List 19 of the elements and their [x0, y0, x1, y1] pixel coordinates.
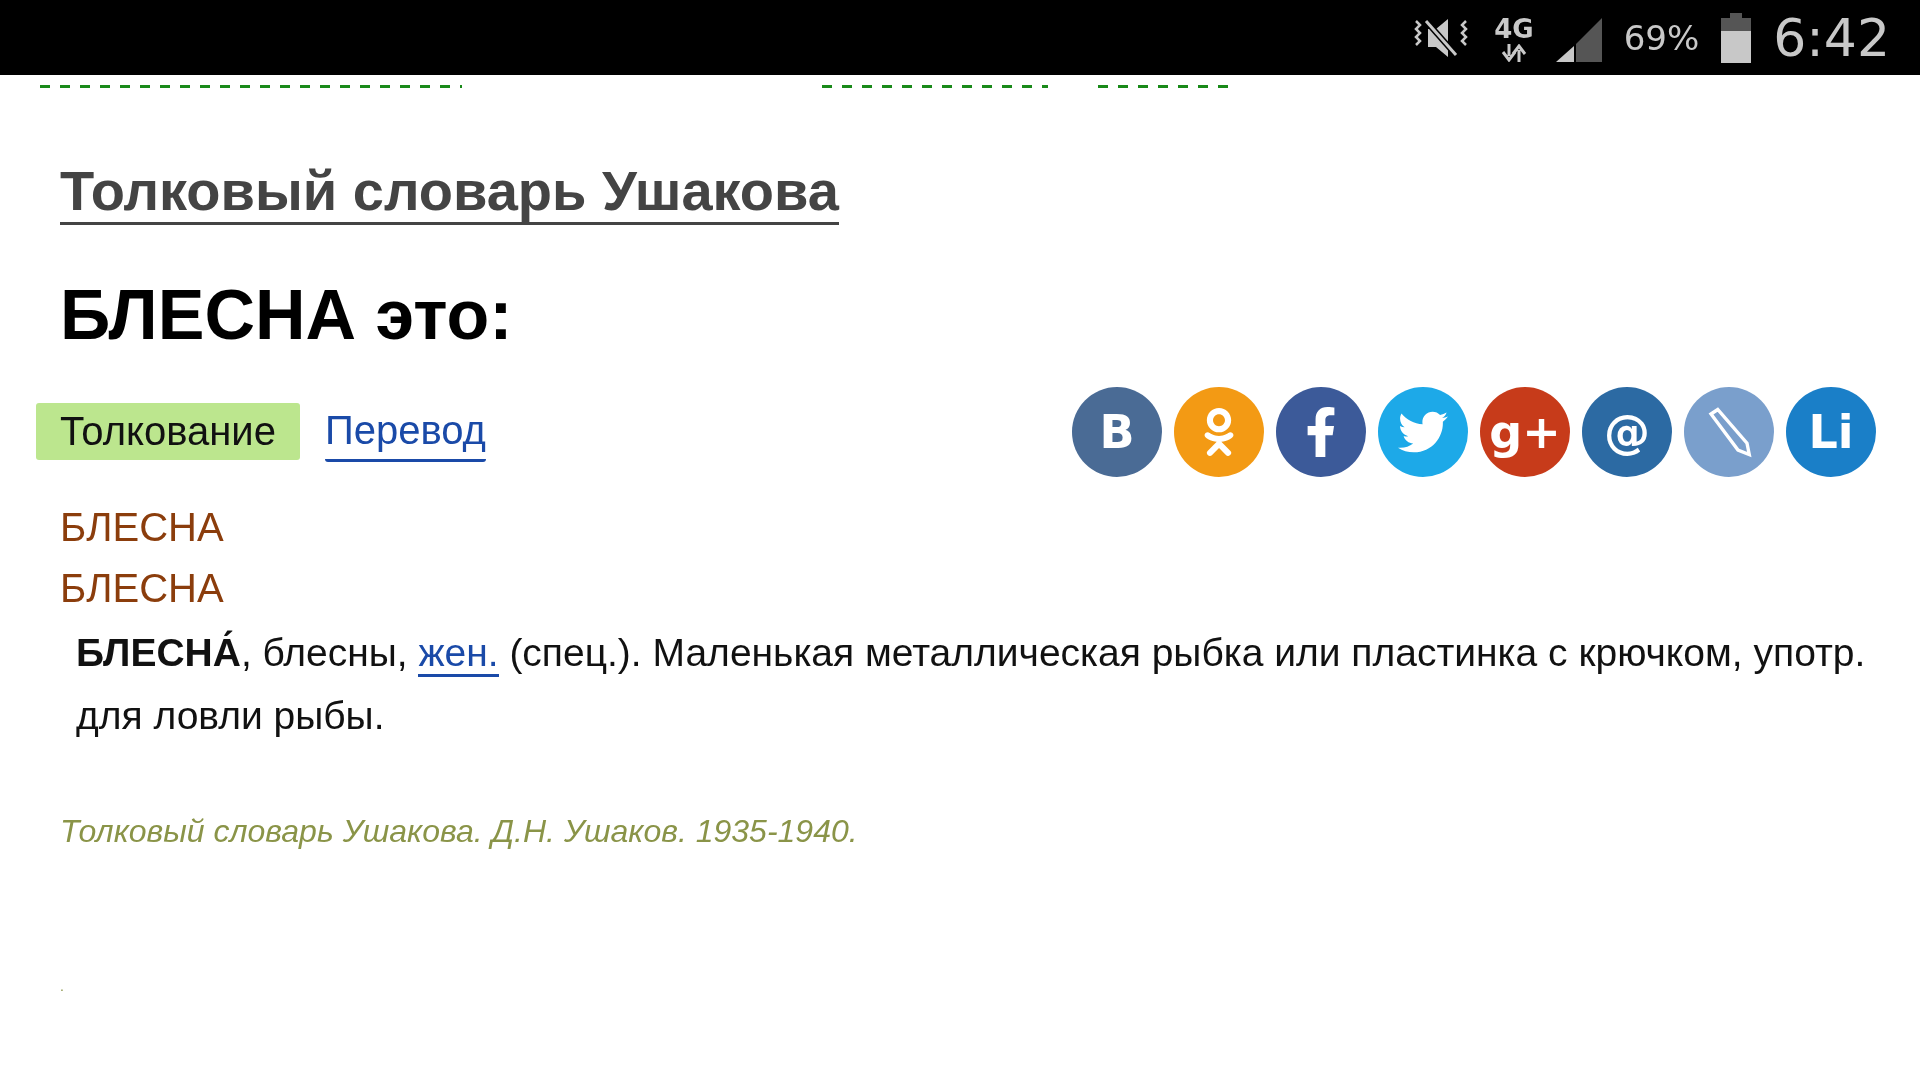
- definition-text: БЛЕСНА́, блесны, жен. (спец.). Маленькая металлическая рыбка или пластинка с крючком, употр. для ловли рыбы.: [76, 629, 1867, 739]
- abbreviation-link[interactable]: жен.: [418, 630, 499, 677]
- dictionary-link[interactable]: Толковый словарь Ушакова: [60, 160, 839, 225]
- tab[interactable]: Перевод: [324, 401, 486, 462]
- headword: БЛЕСНА: [60, 504, 224, 550]
- source-citation: Толковый словарь Ушакова. Д.Н. Ушаков. 1935-1940.: [60, 812, 858, 850]
- clock: 6:42: [1773, 7, 1890, 68]
- network-type: 4G: [1494, 13, 1534, 44]
- headword: БЛЕСНА: [60, 565, 224, 611]
- battery-percent: 69%: [1623, 17, 1700, 58]
- data-arrows-icon: [1499, 43, 1528, 62]
- page-heading: БЛЕСНА это:: [60, 274, 513, 355]
- share-button[interactable]: @: [1582, 386, 1672, 477]
- tab[interactable]: Толкование: [36, 403, 300, 461]
- footer-mark: .: [60, 977, 64, 994]
- battery-icon: [1721, 12, 1752, 63]
- share-button[interactable]: B: [1072, 386, 1162, 477]
- share-button[interactable]: g+: [1480, 386, 1570, 477]
- share-button[interactable]: Li: [1786, 386, 1876, 477]
